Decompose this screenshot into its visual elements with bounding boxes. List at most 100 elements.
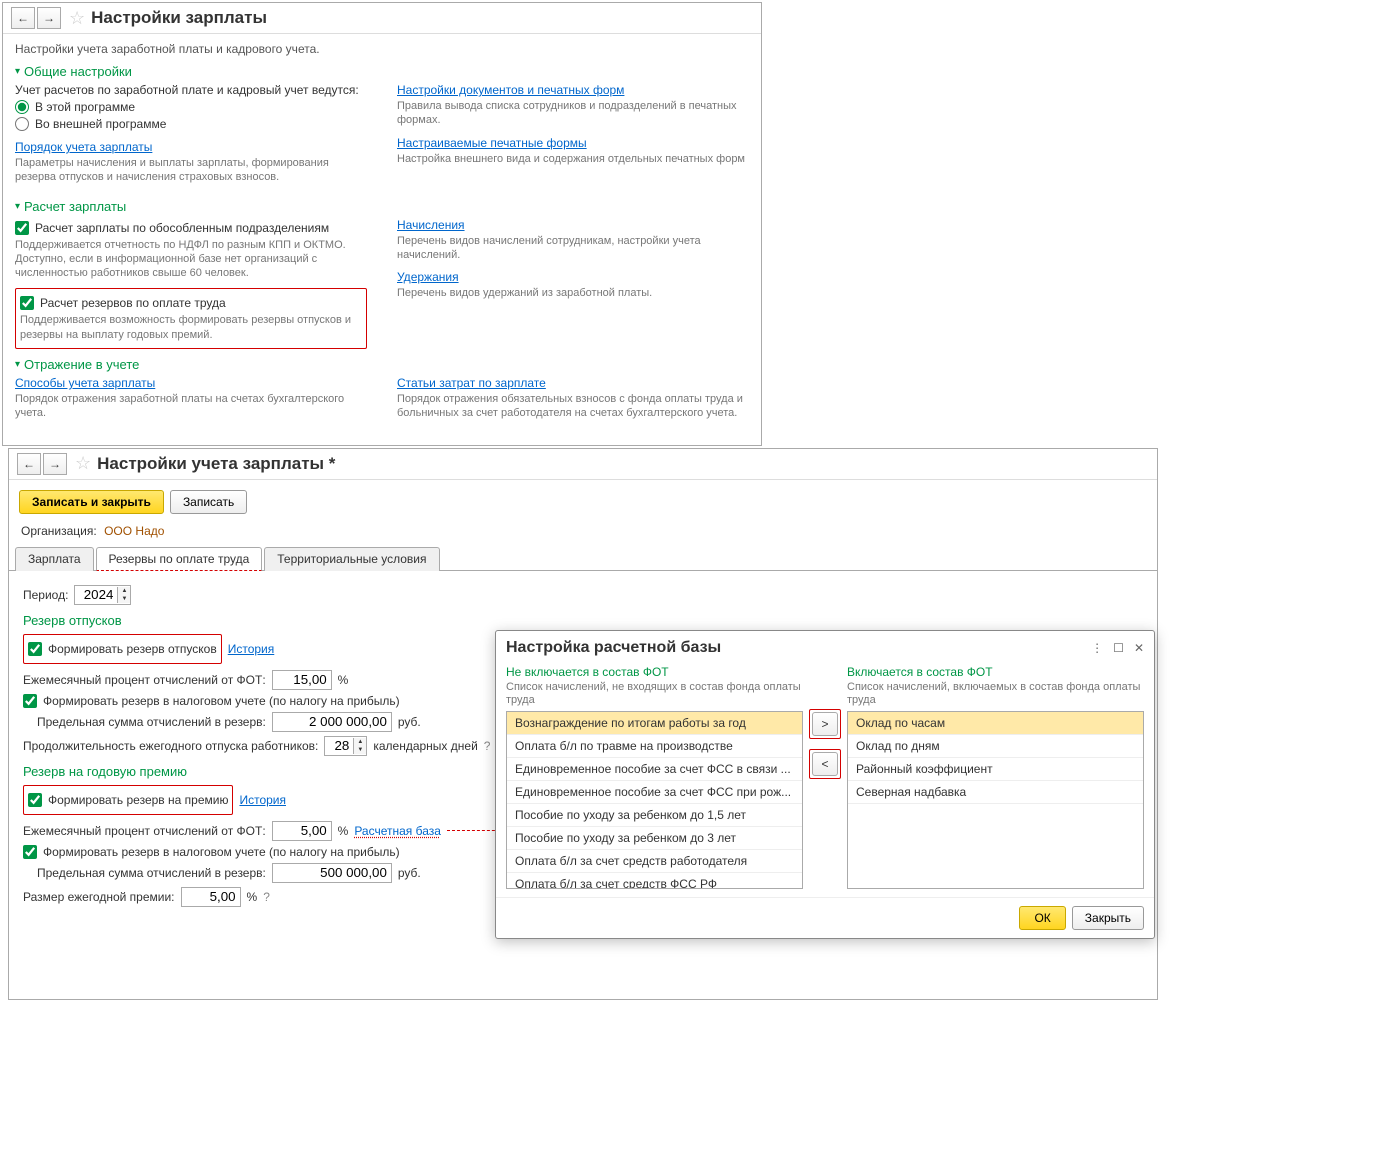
- list-item[interactable]: Вознаграждение по итогам работы за год: [507, 712, 802, 735]
- bonus-limit-input[interactable]: [272, 863, 392, 883]
- days-spinner[interactable]: ▲▼: [324, 736, 367, 756]
- list-item[interactable]: Оплата б/л за счет средств работодателя: [507, 850, 802, 873]
- link-forms[interactable]: Настраиваемые печатные формы: [397, 136, 587, 150]
- head-vacation-reserve: Резерв отпусков: [23, 613, 1143, 628]
- list-item[interactable]: Пособие по уходу за ребенком до 1,5 лет: [507, 804, 802, 827]
- lbl-duration: Продолжительность ежегодного отпуска раб…: [23, 739, 318, 753]
- desc-salary-order: Параметры начисления и выплаты зарплаты,…: [15, 156, 367, 185]
- list-item[interactable]: Единовременное пособие за счет ФСС при р…: [507, 781, 802, 804]
- list-item[interactable]: Оплата б/л за счет средств ФСС РФ: [507, 873, 802, 889]
- list-item[interactable]: Оклад по часам: [848, 712, 1143, 735]
- list-item[interactable]: Единовременное пособие за счет ФСС в свя…: [507, 758, 802, 781]
- move-left-button[interactable]: <: [812, 752, 838, 776]
- tab-territorial[interactable]: Территориальные условия: [264, 547, 439, 571]
- tab-reserves[interactable]: Резервы по оплате труда: [96, 547, 263, 571]
- list-item[interactable]: Районный коэффициент: [848, 758, 1143, 781]
- lbl-monthly-pct: Ежемесячный процент отчислений от ФОТ:: [23, 673, 266, 687]
- link-history-vac[interactable]: История: [228, 642, 275, 656]
- tabs: Зарплата Резервы по оплате труда Террито…: [9, 546, 1157, 571]
- content: Настройки учета заработной платы и кадро…: [3, 38, 761, 437]
- highlight-vac-cb: Формировать резерв отпусков: [23, 634, 222, 664]
- cb-tax-bonus[interactable]: [23, 845, 37, 859]
- desc-deductions: Перечень видов удержаний из заработной п…: [397, 286, 749, 300]
- page-title: Настройки зарплаты: [91, 8, 267, 28]
- forward-button[interactable]: →: [37, 7, 61, 29]
- list-item[interactable]: Северная надбавка: [848, 781, 1143, 804]
- list-item[interactable]: Оплата б/л по травме на производстве: [507, 735, 802, 758]
- org-label: Организация:: [21, 524, 97, 538]
- desc-docs: Правила вывода списка сотрудников и подр…: [397, 99, 749, 128]
- transfer-buttons: > <: [809, 665, 841, 889]
- list-item[interactable]: Пособие по уходу за ребенком до 3 лет: [507, 827, 802, 850]
- period-spinner[interactable]: ▲▼: [74, 585, 131, 605]
- link-history-bonus[interactable]: История: [239, 793, 286, 807]
- ok-button[interactable]: ОК: [1019, 906, 1065, 930]
- back-button[interactable]: ←: [17, 453, 41, 475]
- spin-down-icon[interactable]: ▼: [118, 595, 130, 603]
- cb-form-vac-reserve[interactable]: [28, 642, 42, 656]
- back-button[interactable]: ←: [11, 7, 35, 29]
- right-listbox[interactable]: Оклад по часамОклад по днямРайонный коэф…: [847, 711, 1144, 889]
- more-icon[interactable]: ⋮: [1091, 641, 1103, 655]
- bonus-size-input[interactable]: [181, 887, 241, 907]
- close-button[interactable]: Закрыть: [1072, 906, 1144, 930]
- vac-pct-input[interactable]: [272, 670, 332, 690]
- period-input[interactable]: [75, 586, 117, 604]
- bonus-pct-input[interactable]: [272, 821, 332, 841]
- link-calc-base[interactable]: Расчетная база: [354, 824, 441, 838]
- spin-down-icon[interactable]: ▼: [354, 746, 366, 754]
- lbl-monthly-pct-bonus: Ежемесячный процент отчислений от ФОТ:: [23, 824, 266, 838]
- forward-button[interactable]: →: [43, 453, 67, 475]
- save-and-close-button[interactable]: Записать и закрыть: [19, 490, 164, 514]
- maximize-icon[interactable]: ☐: [1113, 641, 1124, 655]
- help-icon[interactable]: ?: [484, 739, 491, 753]
- link-costs[interactable]: Статьи затрат по зарплате: [397, 376, 546, 390]
- star-icon[interactable]: ☆: [75, 453, 91, 474]
- left-list-head: Не включается в состав ФОТ: [506, 665, 803, 679]
- cb-form-bonus-reserve[interactable]: [28, 793, 42, 807]
- save-button[interactable]: Записать: [170, 490, 247, 514]
- cb-reserve[interactable]: [20, 296, 34, 310]
- page-subtitle: Настройки учета заработной платы и кадро…: [15, 42, 749, 56]
- chevron-down-icon: ▾: [15, 201, 20, 212]
- move-right-button[interactable]: >: [812, 712, 838, 736]
- header-bar: ← → ☆ Настройки зарплаты: [3, 3, 761, 34]
- radio-external[interactable]: [15, 117, 29, 131]
- list-item[interactable]: Оклад по дням: [848, 735, 1143, 758]
- page-title-2: Настройки учета зарплаты *: [97, 454, 335, 474]
- cb-separate-divisions[interactable]: [15, 221, 29, 235]
- general-label: Учет расчетов по заработной плате и кадр…: [15, 83, 367, 97]
- help-icon[interactable]: ?: [263, 890, 270, 904]
- modal-title: Настройка расчетной базы: [506, 639, 1091, 657]
- link-deductions[interactable]: Удержания: [397, 270, 459, 284]
- right-list-desc: Список начислений, включаемых в состав ф…: [847, 681, 1144, 707]
- desc-separate: Поддерживается отчетность по НДФЛ по раз…: [15, 238, 367, 281]
- star-icon[interactable]: ☆: [69, 8, 85, 29]
- link-docs[interactable]: Настройки документов и печатных форм: [397, 83, 624, 97]
- chevron-down-icon: ▾: [15, 66, 20, 77]
- close-icon[interactable]: ✕: [1134, 641, 1144, 655]
- section-general[interactable]: ▾Общие настройки: [15, 64, 749, 79]
- highlight-reserve: Расчет резервов по оплате труда Поддержи…: [15, 288, 367, 349]
- vac-limit-input[interactable]: [272, 712, 392, 732]
- left-listbox[interactable]: Вознаграждение по итогам работы за годОп…: [506, 711, 803, 889]
- right-list-head: Включается в состав ФОТ: [847, 665, 1144, 679]
- calc-base-modal: Настройка расчетной базы ⋮ ☐ ✕ Не включа…: [495, 630, 1155, 939]
- spin-up-icon[interactable]: ▲: [354, 738, 366, 746]
- left-list-desc: Список начислений, не входящих в состав …: [506, 681, 803, 707]
- cb-tax-vac[interactable]: [23, 694, 37, 708]
- desc-accruals: Перечень видов начислений сотрудникам, н…: [397, 234, 749, 263]
- modal-footer: ОК Закрыть: [496, 897, 1154, 938]
- spin-up-icon[interactable]: ▲: [118, 587, 130, 595]
- link-salary-order[interactable]: Порядок учета зарплаты: [15, 140, 152, 154]
- lbl-bonus-size: Размер ежегодной премии:: [23, 890, 175, 904]
- tab-salary[interactable]: Зарплата: [15, 547, 94, 571]
- link-ways[interactable]: Способы учета зарплаты: [15, 376, 155, 390]
- radio-in-program[interactable]: [15, 100, 29, 114]
- section-calc[interactable]: ▾Расчет зарплаты: [15, 199, 749, 214]
- days-input[interactable]: [325, 737, 353, 755]
- section-reflect[interactable]: ▾Отражение в учете: [15, 357, 749, 372]
- lbl-limit-vac: Предельная сумма отчислений в резерв:: [37, 715, 266, 729]
- desc-costs: Порядок отражения обязательных взносов с…: [397, 392, 749, 421]
- link-accruals[interactable]: Начисления: [397, 218, 465, 232]
